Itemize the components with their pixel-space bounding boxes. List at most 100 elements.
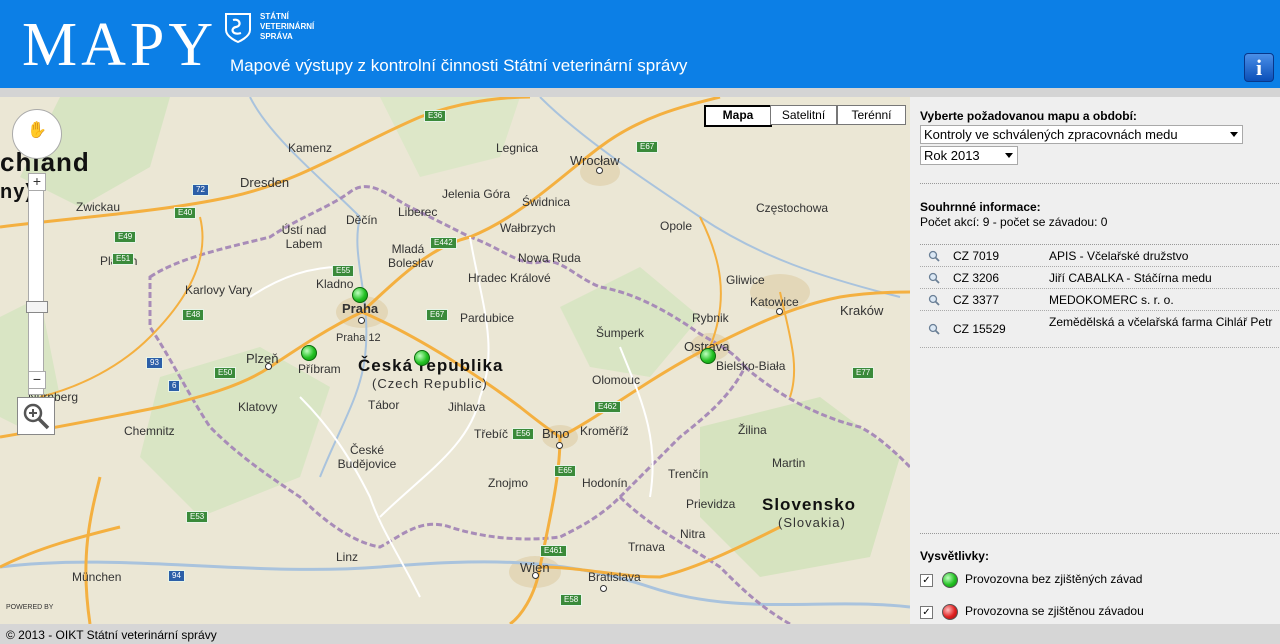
city-label: Linz [336, 550, 359, 564]
city-marker [596, 167, 603, 174]
city-label: Katowice [750, 295, 799, 309]
city-label: Karlovy Vary [185, 283, 253, 297]
city-label: Bratislava [588, 570, 641, 584]
chevron-down-icon [1230, 132, 1238, 137]
magnifier-icon[interactable] [928, 323, 940, 335]
map-type-terrain-button[interactable]: Terénní [837, 105, 906, 125]
org-name-line1: STÁTNÍ [260, 12, 289, 21]
page-footer: © 2013 - OIKT Státní veterinární správy [0, 624, 1280, 644]
city-label: Znojmo [488, 476, 529, 490]
city-label: Mladá Boleslav [388, 242, 434, 270]
city-label: Trenčín [668, 467, 709, 481]
legend-title: Vysvětlivky: [920, 549, 989, 563]
magnifier-icon[interactable] [928, 250, 940, 262]
legend-defect-checkbox[interactable]: ✓ [920, 606, 933, 619]
magnifier-zoom-icon[interactable] [17, 397, 55, 435]
org-name-line2: VETERINÁRNÍ [260, 22, 315, 31]
powered-by-label: POWERED BY [6, 604, 54, 611]
info-button[interactable]: i [1244, 53, 1274, 82]
header-divider [0, 88, 1280, 97]
legend-ok-checkbox[interactable]: ✓ [920, 574, 933, 587]
facility-row[interactable]: CZ 3377 MEDOKOMERC s. r. o. [920, 289, 1279, 311]
city-label: Trnava [628, 540, 665, 554]
city-label: České Budějovice [337, 443, 397, 471]
city-marker [265, 363, 272, 370]
facility-code: CZ 7019 [953, 249, 1000, 263]
magnifier-icon[interactable] [928, 294, 940, 306]
city-label: Nitra [680, 527, 706, 541]
road-shield: E65 [554, 465, 577, 477]
magnifier-icon[interactable] [928, 272, 940, 284]
hand-icon: ✋ [27, 122, 47, 139]
zoom-slider-track[interactable] [28, 175, 44, 395]
city-label: Hodonín [582, 476, 628, 490]
zoom-slider-handle[interactable] [26, 301, 48, 313]
facility-marker-ok[interactable] [700, 348, 716, 364]
city-label: Šumperk [596, 326, 645, 340]
city-marker [532, 572, 539, 579]
pan-control[interactable]: ✋ [12, 109, 62, 159]
facility-name: Jiří CABALKA - Stáčírna medu [1049, 271, 1212, 285]
summary-text: Počet akcí: 9 - počet se závadou: 0 [920, 215, 1108, 229]
city-label: Liberec [398, 205, 438, 219]
footer-copyright: © 2013 - OIKT Státní veterinární správy [6, 628, 217, 642]
info-icon: i [1255, 55, 1263, 80]
facility-row[interactable]: CZ 7019 APIS - Včelařské družstvo [920, 245, 1279, 267]
magnifier-icon [23, 403, 50, 430]
city-label: Rybnik [692, 311, 729, 325]
road-shield: E67 [636, 141, 659, 153]
year-select-value: Rok 2013 [924, 148, 980, 163]
city-label: Třebíč [474, 427, 509, 441]
city-label: Pardubice [460, 311, 515, 325]
map-type-select[interactable]: Kontroly ve schválených zpracovnách medu [920, 125, 1243, 144]
green-marker-icon [942, 572, 958, 588]
facility-marker-ok[interactable] [352, 287, 368, 303]
city-label: Opole [660, 219, 693, 233]
city-label: Hradec Králové [468, 271, 551, 285]
year-select[interactable]: Rok 2013 [920, 146, 1018, 165]
city-label: Nowa Ruda [518, 251, 581, 265]
mapy-logo: MAPY [22, 11, 218, 79]
map-type-select-value: Kontroly ve schválených zpracovnách medu [924, 127, 1178, 142]
road-shield: E40 [174, 207, 197, 219]
facility-row[interactable]: CZ 3206 Jiří CABALKA - Stáčírna medu [920, 267, 1279, 289]
city-label: Kladno [316, 277, 354, 291]
city-label: Gliwice [726, 273, 765, 287]
road-shield: 94 [168, 570, 185, 582]
city-label: Děčín [346, 213, 378, 227]
page-subtitle: Mapové výstupy z kontrolní činnosti Stát… [230, 56, 688, 75]
facility-row[interactable]: CZ 15529 Zemědělská a včelařská farma Ci… [920, 311, 1279, 348]
map-type-satellite-button[interactable]: Satelitní [770, 105, 837, 125]
legend-defect-label: Provozovna se zjištěnou závadou [965, 604, 1144, 618]
city-marker [358, 317, 365, 324]
city-label: Chemnitz [124, 424, 175, 438]
city-label: Tábor [368, 398, 400, 412]
map-canvas[interactable]: Mapa Satelitní Terénní chland ny) Česká … [0, 97, 910, 624]
city-label: Žilina [738, 423, 767, 437]
map-type-mapa-button[interactable]: Mapa [704, 105, 772, 127]
road-shield: E67 [426, 309, 449, 321]
zoom-in-button[interactable]: + [28, 173, 46, 191]
road-shield: 6 [168, 380, 181, 392]
road-shield: E50 [214, 367, 237, 379]
city-marker [600, 585, 607, 592]
facility-marker-ok[interactable] [414, 350, 430, 366]
city-label: Martin [772, 456, 806, 470]
city-label: Zwickau [76, 200, 121, 214]
facility-marker-ok[interactable] [301, 345, 317, 361]
city-label: Częstochowa [756, 201, 829, 215]
city-label: Kroměříž [580, 424, 629, 438]
svs-emblem-icon [225, 13, 251, 44]
city-marker [776, 308, 783, 315]
chevron-down-icon [1005, 153, 1013, 158]
road-shield: E462 [594, 401, 621, 413]
city-label: Jihlava [448, 400, 486, 414]
zoom-out-button[interactable]: − [28, 371, 46, 389]
app-header: MAPY STÁTNÍ VETERINÁRNÍ SPRÁVA Mapové vý… [0, 0, 1280, 88]
city-label: Legnica [496, 141, 539, 155]
city-label: Prievidza [686, 497, 736, 511]
city-label: Plzeň [246, 351, 279, 366]
road-shield: 72 [192, 184, 209, 196]
city-label: Brno [542, 426, 570, 441]
city-label: Wałbrzych [500, 221, 556, 235]
